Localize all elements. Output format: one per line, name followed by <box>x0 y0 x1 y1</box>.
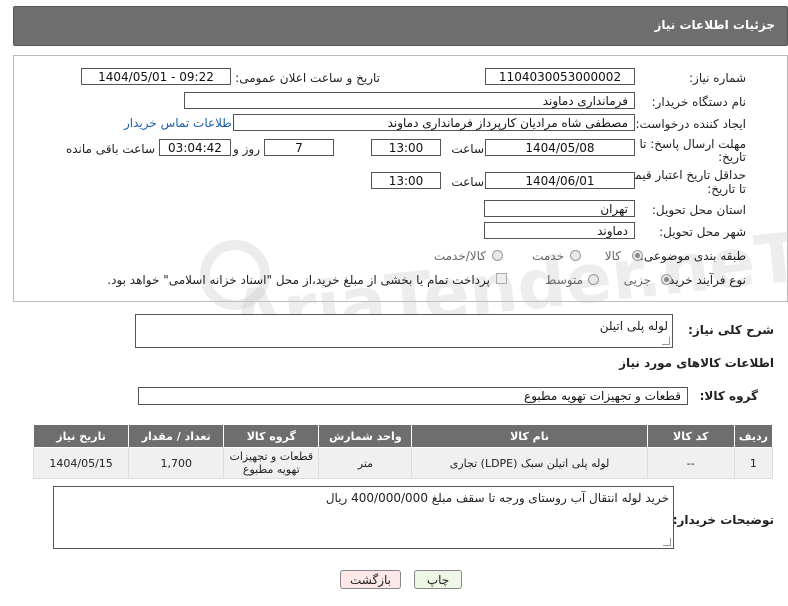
cell-need-date: 1404/05/15 <box>32 447 130 479</box>
back-button[interactable]: بازگشت <box>340 570 401 589</box>
deadline-time-label: ساعت <box>451 142 484 156</box>
header-need-date: تاریخ نیاز <box>32 424 130 448</box>
city-field: دماوند <box>484 222 635 239</box>
cell-unit: متر <box>318 447 413 479</box>
province-label: استان محل تحویل: <box>651 203 746 217</box>
creator-label: ایجاد کننده درخواست: <box>635 117 746 131</box>
category-option-goods: کالا <box>604 249 621 263</box>
header-quantity: تعداد / مقدار <box>128 424 225 448</box>
process-radio-medium[interactable] <box>588 274 599 285</box>
treasury-checkbox[interactable] <box>496 273 507 284</box>
category-label: طبقه بندی موضوعی: <box>639 249 746 263</box>
city-label: شهر محل تحویل: <box>659 225 746 239</box>
validity-time-label: ساعت <box>451 175 484 189</box>
goods-group-label: گروه کالا: <box>699 389 758 403</box>
cell-goods-code: -- <box>646 447 735 479</box>
page-header: جزئیات اطلاعات نیاز <box>13 6 788 46</box>
cell-quantity: 1,700 <box>128 447 225 479</box>
contact-info-link[interactable]: اطلاعات تماس خریدار <box>124 116 235 130</box>
announce-label: تاریخ و ساعت اعلان عمومی: <box>235 71 380 85</box>
deadline-time-field: 13:00 <box>371 139 441 156</box>
category-radio-goods-service[interactable] <box>492 250 503 261</box>
validity-label-2: تا تاریخ: <box>707 182 746 196</box>
category-option-goods-service: کالا/خدمت <box>433 249 486 263</box>
remaining-time-field: 03:04:42 <box>159 139 231 156</box>
goods-group-field: قطعات و تجهیزات تهویه مطبوع <box>138 387 688 405</box>
remaining-label: ساعت باقی مانده <box>65 142 155 156</box>
deadline-label-2: تاریخ: <box>718 150 746 164</box>
buyer-notes-label: توضیحات خریدار: <box>672 513 774 527</box>
need-number-label: شماره نیاز: <box>689 71 746 85</box>
days-label: روز و <box>233 142 260 156</box>
header-unit: واحد شمارش <box>318 424 413 448</box>
header-goods-code: کد کالا <box>646 424 735 448</box>
header-row-number: ردیف <box>733 424 774 448</box>
category-radio-goods[interactable] <box>632 250 643 261</box>
payment-note: پرداخت تمام یا بخشی از مبلغ خرید،از محل … <box>107 273 490 287</box>
validity-date-field: 1404/06/01 <box>485 172 635 189</box>
cell-goods-name: لوله پلی اتیلن سبک (LDPE) تجاری <box>411 447 648 479</box>
process-label: نوع فرآیند خرید : <box>661 273 746 287</box>
buyer-org-field: فرمانداری دماوند <box>184 92 635 109</box>
buyer-notes-textarea[interactable]: خرید لوله انتقال آب روستای ورجه تا سقف م… <box>53 486 674 549</box>
buyer-notes-text: خرید لوله انتقال آب روستای ورجه تا سقف م… <box>325 491 669 505</box>
description-label: شرح کلی نیاز: <box>688 323 774 337</box>
category-option-service: خدمت <box>532 249 564 263</box>
validity-time-field: 13:00 <box>371 172 441 189</box>
header-goods-name: نام کالا <box>411 424 648 448</box>
table-header-row: ردیف کد کالا نام کالا واحد شمارش گروه کا… <box>32 424 774 448</box>
table-row: 1 -- لوله پلی اتیلن سبک (LDPE) تجاری متر… <box>32 447 774 479</box>
validity-label: حداقل تاریخ اعتبار قیمت: <box>619 168 746 182</box>
days-field: 7 <box>264 139 334 156</box>
deadline-label: مهلت ارسال پاسخ: تا <box>639 137 746 151</box>
creator-field: مصطفی شاه مرادیان کارپرداز فرمانداری دما… <box>233 114 635 131</box>
cell-row-number: 1 <box>733 447 774 479</box>
province-field: تهران <box>484 200 635 217</box>
items-table: ردیف کد کالا نام کالا واحد شمارش گروه کا… <box>32 424 774 479</box>
resize-handle-icon[interactable] <box>662 337 670 345</box>
process-option-medium: متوسط <box>545 273 583 287</box>
cell-goods-group: قطعات و تجهیزات تهویه مطبوع <box>223 447 320 479</box>
category-radio-service[interactable] <box>570 250 581 261</box>
resize-handle-icon[interactable] <box>663 538 671 546</box>
process-radio-minor[interactable] <box>661 274 672 285</box>
description-textarea[interactable]: لوله پلی اتیلن <box>135 314 673 348</box>
deadline-date-field: 1404/05/08 <box>485 139 635 156</box>
header-goods-group: گروه کالا <box>223 424 320 448</box>
need-number-field: 1104030053000002 <box>485 68 635 85</box>
goods-info-title: اطلاعات کالاهای مورد نیاز <box>619 356 774 370</box>
buyer-org-label: نام دستگاه خریدار: <box>651 95 747 109</box>
process-option-minor: جزیی <box>623 273 651 287</box>
print-button[interactable]: چاپ <box>414 570 462 589</box>
description-text: لوله پلی اتیلن <box>599 319 668 333</box>
page-title: جزئیات اطلاعات نیاز <box>654 18 775 32</box>
announce-field: 1404/05/01 - 09:22 <box>81 68 231 85</box>
